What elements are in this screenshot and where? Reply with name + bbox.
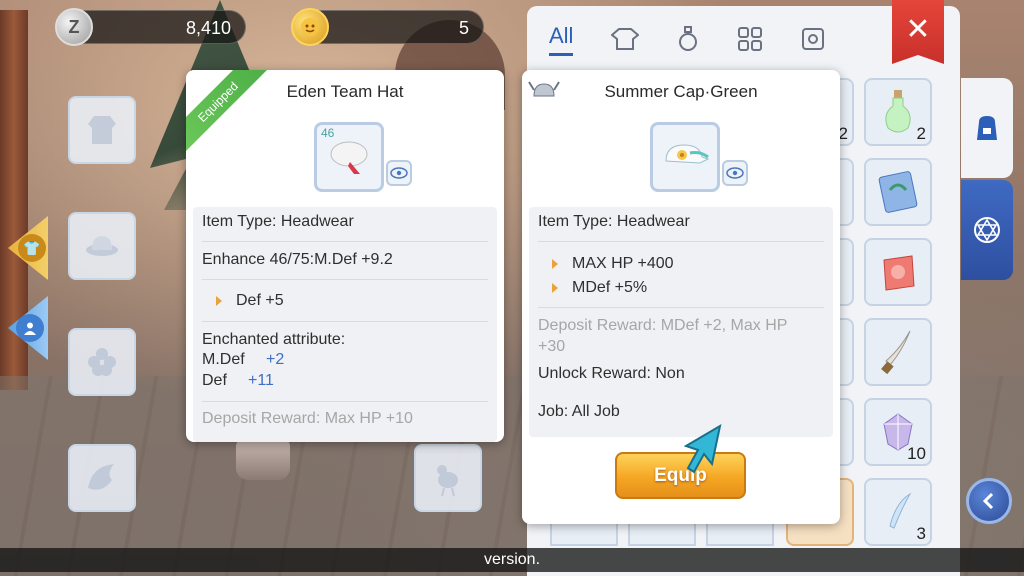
flower-icon (88, 348, 116, 376)
divider (202, 321, 488, 322)
character-boots (236, 440, 290, 480)
divider (202, 279, 488, 280)
bullet-icon (552, 258, 558, 269)
bird-icon (437, 465, 458, 497)
bag-item-green-potion[interactable]: 2 (864, 78, 932, 146)
zeny-coin-icon: Z (55, 8, 93, 46)
bag-item-sword[interactable] (864, 318, 932, 386)
person-icon (16, 314, 44, 342)
enhance-info: Enhance 46/75:M.Def +9.2 (202, 251, 393, 268)
bcoin-currency-bar: 5 (291, 8, 484, 46)
eye-icon (390, 167, 408, 179)
deposit-reward: Deposit Reward: Max HP +10 (202, 410, 413, 427)
white-hat-icon (330, 141, 368, 174)
sword-icon (881, 330, 911, 375)
hat-icon (86, 236, 118, 256)
zeny-amount: 8,410 (185, 18, 231, 38)
stat-max-hp: MAX HP +400 (552, 255, 674, 273)
grid-icon (738, 27, 763, 51)
eye-icon (726, 167, 744, 179)
bag-item-blueprint[interactable] (864, 158, 932, 226)
enchanted-label: Enchanted attribute: (202, 331, 346, 348)
item-type: Item Type: Headwear (202, 213, 354, 230)
tab-consumables[interactable] (677, 26, 699, 52)
shirt-icon: 👕 (18, 234, 46, 262)
red-pouch-icon (883, 255, 915, 291)
item-title: Eden Team Hat (286, 82, 404, 101)
equip-slot-pet[interactable] (414, 444, 482, 512)
bcoin-amount: 5 (458, 18, 469, 38)
preview-eye-button[interactable] (722, 160, 748, 186)
bag-item-red-candy[interactable] (864, 238, 932, 306)
equip-slot-armor[interactable] (68, 96, 136, 164)
equip-slot-accessory[interactable] (68, 328, 136, 396)
summer-cap-icon (665, 144, 710, 164)
blueprint-icon (878, 171, 918, 213)
enchant-mdef: M.Def +2 (202, 351, 285, 368)
unlock-reward: Unlock Reward: Non (538, 365, 685, 382)
fox-tail-icon (88, 464, 114, 490)
card-icon (802, 28, 825, 50)
hexagram-icon (974, 217, 1000, 243)
item-title: Summer Cap·Green (604, 82, 758, 101)
divider (538, 307, 824, 308)
close-button[interactable]: ✕ (892, 0, 944, 64)
tab-equipment[interactable] (611, 27, 640, 51)
subtitle-caption: version. (0, 548, 1024, 572)
preview-eye-button[interactable] (386, 160, 412, 186)
deposit-reward: Deposit Reward: MDef +2, Max HP (538, 317, 788, 334)
job-requirement: Job: All Job (538, 403, 620, 420)
item-icon-frame: 46 (314, 122, 384, 192)
side-tab-magic[interactable] (961, 180, 1013, 280)
stat-mdef: MDef +5% (552, 279, 647, 297)
bcoin-face-icon (291, 8, 329, 46)
item-stats-panel (193, 207, 497, 442)
bag-tab-bar: All (527, 6, 867, 72)
equip-slot-back[interactable] (68, 444, 136, 512)
stat-def: Def +5 (216, 292, 284, 310)
divider (202, 401, 488, 402)
potion-icon (679, 26, 698, 51)
tutorial-pointer-arrow-icon (684, 424, 722, 474)
green-potion-icon (885, 90, 911, 133)
tab-cards[interactable] (801, 27, 825, 51)
zeny-currency-bar: Z 8,410 (55, 8, 246, 46)
bag-item-feather[interactable]: 3 (864, 478, 932, 546)
armor-icon (88, 116, 116, 144)
item-icon-frame (650, 122, 720, 192)
bullet-icon (216, 295, 222, 306)
item-type: Item Type: Headwear (538, 213, 690, 230)
tab-all[interactable]: All (549, 23, 574, 56)
divider (538, 241, 824, 242)
item-level: 46 (321, 126, 335, 140)
equip-slot-headgear[interactable] (68, 212, 136, 280)
back-button[interactable] (966, 478, 1012, 524)
equipped-item-tooltip: Equipped Eden Team Hat 46 Item Type: Hea… (186, 70, 504, 442)
chevron-left-icon (982, 492, 994, 510)
backpack-icon (977, 116, 997, 140)
shirt-icon (611, 28, 640, 50)
side-tab-bag[interactable] (961, 78, 1013, 178)
bag-item-crystal[interactable]: 10 (864, 398, 932, 466)
deposit-reward-cont: +30 (538, 338, 566, 355)
feather-icon (889, 492, 912, 529)
tab-materials[interactable] (737, 26, 763, 52)
enchant-def: Def +11 (202, 372, 274, 389)
bullet-icon (552, 282, 558, 293)
divider (202, 241, 488, 242)
